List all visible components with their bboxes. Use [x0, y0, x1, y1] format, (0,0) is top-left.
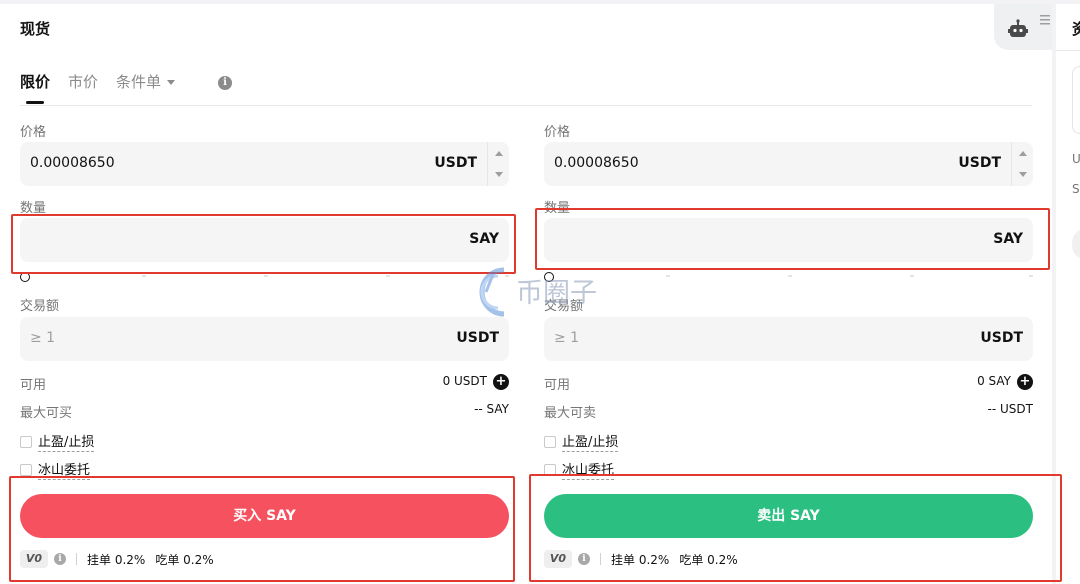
buy-max-row: 最大可买 -- SAY [20, 402, 509, 421]
sell-total-input[interactable]: ≥ 1 USDT [544, 317, 1033, 361]
sell-fee-row: V0 i 挂单 0.2% 吃单 0.2% [544, 550, 748, 568]
buy-qty-unit: SAY [469, 231, 499, 247]
vip-level-badge[interactable]: V0 [20, 550, 48, 568]
buy-total-placeholder: ≥ 1 [30, 330, 56, 346]
fee-divider [76, 553, 77, 565]
asset-line-2: S [1072, 182, 1080, 196]
buy-button[interactable]: 买入 SAY [20, 494, 509, 538]
sell-tpsl-label[interactable]: 止盈/止损 [562, 435, 619, 452]
buy-column: 价格 0.00008650 USDT 数量 SAY 交易额 ≥ 1 USDT 可… [20, 4, 509, 584]
slider-tick [910, 275, 914, 277]
taker-fee: 吃单 0.2% [155, 552, 214, 567]
buy-total-unit: USDT [456, 330, 499, 346]
maker-fee: 挂单 0.2% [87, 552, 146, 567]
sell-price-input[interactable]: 0.00008650 USDT [544, 142, 1033, 186]
checkbox[interactable] [20, 436, 32, 448]
sell-column: 价格 0.00008650 USDT 数量 SAY 交易额 ≥ 1 USDT 可… [544, 4, 1033, 584]
menu-dots-icon[interactable] [1040, 14, 1050, 26]
buy-price-value: 0.00008650 [30, 155, 115, 171]
slider-tick [666, 275, 670, 277]
slider-tick [264, 275, 268, 277]
sell-qty-label: 数量 [544, 201, 571, 216]
slider-handle[interactable] [20, 272, 30, 282]
slider-tick [788, 275, 792, 277]
sell-total-unit: USDT [980, 330, 1023, 346]
plus-circle-icon[interactable]: + [1017, 374, 1033, 390]
sell-price-value: 0.00008650 [554, 155, 639, 171]
sell-percent-slider[interactable] [544, 272, 1033, 282]
buy-price-stepper[interactable] [487, 142, 509, 186]
buy-tpsl-label[interactable]: 止盈/止损 [38, 435, 95, 452]
asset-pill-button[interactable] [1072, 228, 1080, 260]
fee-divider [600, 553, 601, 565]
buy-available-label: 可用 [20, 378, 47, 393]
stepper-up-icon[interactable] [1019, 151, 1027, 156]
buy-total-label: 交易额 [20, 299, 60, 314]
buy-available-value: 0 USDT [442, 374, 487, 388]
maker-fee: 挂单 0.2% [611, 552, 670, 567]
asset-panel-title: 资 [1072, 20, 1080, 38]
buy-qty-input[interactable]: SAY [20, 218, 509, 262]
sell-price-stepper[interactable] [1011, 142, 1033, 186]
stepper-down-icon[interactable] [1019, 172, 1027, 177]
asset-card[interactable] [1072, 66, 1080, 134]
buy-max-value: -- SAY [474, 402, 509, 416]
buy-fee-row: V0 i 挂单 0.2% 吃单 0.2% [20, 550, 224, 568]
sell-max-value: -- USDT [987, 402, 1033, 416]
sell-max-row: 最大可卖 -- USDT [544, 402, 1033, 421]
fee-info-icon[interactable]: i [54, 553, 66, 565]
asset-line-1: U [1072, 152, 1080, 166]
buy-percent-slider[interactable] [20, 272, 509, 282]
slider-tick [1029, 275, 1033, 277]
sell-iceberg-label[interactable]: 冰山委托 [562, 463, 615, 480]
sell-available-value: 0 SAY [977, 374, 1011, 388]
sell-qty-input[interactable]: SAY [544, 218, 1033, 262]
taker-fee: 吃单 0.2% [679, 552, 738, 567]
buy-iceberg-label[interactable]: 冰山委托 [38, 463, 91, 480]
buy-max-label: 最大可买 [20, 406, 73, 421]
checkbox[interactable] [20, 464, 32, 476]
sell-qty-unit: SAY [993, 231, 1023, 247]
slider-tick [142, 275, 146, 277]
checkbox[interactable] [544, 464, 556, 476]
buy-price-unit: USDT [434, 155, 477, 171]
sell-button[interactable]: 卖出 SAY [544, 494, 1033, 538]
stepper-down-icon[interactable] [495, 172, 503, 177]
sell-price-unit: USDT [958, 155, 1001, 171]
asset-panel-divider [1056, 50, 1080, 51]
sell-total-placeholder: ≥ 1 [554, 330, 580, 346]
fee-info-icon[interactable]: i [578, 553, 590, 565]
buy-qty-label: 数量 [20, 201, 47, 216]
asset-panel: 资 U S [1056, 4, 1080, 584]
buy-total-input[interactable]: ≥ 1 USDT [20, 317, 509, 361]
sell-price-label: 价格 [544, 125, 571, 140]
buy-price-input[interactable]: 0.00008650 USDT [20, 142, 509, 186]
watermark-text: 币圈子 [516, 278, 597, 309]
checkbox[interactable] [544, 436, 556, 448]
buy-price-label: 价格 [20, 125, 47, 140]
buy-available-row: 可用 0 USDT + [20, 374, 509, 393]
stepper-up-icon[interactable] [495, 151, 503, 156]
slider-tick [386, 275, 390, 277]
vip-level-badge[interactable]: V0 [544, 550, 572, 568]
sell-max-label: 最大可卖 [544, 406, 597, 421]
watermark-logo: 币圈子 [479, 267, 597, 317]
plus-circle-icon[interactable]: + [493, 374, 509, 390]
sell-available-label: 可用 [544, 378, 571, 393]
sell-available-row: 可用 0 SAY + [544, 374, 1033, 393]
